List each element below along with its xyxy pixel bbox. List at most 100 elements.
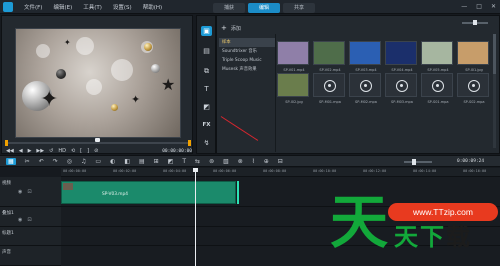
mark-out-button[interactable]: ] xyxy=(87,148,89,154)
timeline-tool-icon[interactable]: ▧ xyxy=(223,158,229,165)
mark-in-button[interactable]: [ xyxy=(80,148,82,154)
timeline-tool-icon[interactable]: ▭ xyxy=(95,158,101,165)
menu-tools[interactable]: 工具(T) xyxy=(83,3,102,11)
media-thumbnail[interactable]: SP-M03.mpa xyxy=(385,73,417,104)
timeline-tool-icon[interactable]: ⊕ xyxy=(264,158,269,165)
track-visible-icon[interactable]: ◉ xyxy=(18,217,22,223)
media-thumbnail[interactable]: SP-I01.jpg xyxy=(457,41,489,72)
timeline-tool-icon[interactable]: T xyxy=(182,158,186,165)
folder-item[interactable]: Triple Scoop Music xyxy=(219,56,275,65)
star-ornament-icon: ★ xyxy=(161,75,176,94)
timeline-zoom-knob[interactable] xyxy=(412,159,416,165)
ruler-tick-label: 00:00:04:00 xyxy=(163,169,187,173)
media-thumbnail[interactable]: SP-M02.mpa xyxy=(349,73,381,104)
timeline-tools: ▦ ✂ ↶ ↷ ◎ ♫ ▭ ◐ ◧ ▤ ⊞ ◩ T ⇆ ⊚ ▧ ⊗ ⌇ ⊕ ⊟ xyxy=(6,158,283,165)
add-icon[interactable]: + xyxy=(221,24,227,32)
timeline-tool-icon[interactable]: ⊟ xyxy=(278,158,283,165)
title-icon[interactable]: T xyxy=(201,84,212,94)
media-icon[interactable]: ▣ xyxy=(201,26,212,36)
thumbnail-label: SP-I02.jpg xyxy=(285,100,303,104)
trim-start-handle[interactable] xyxy=(5,140,8,146)
media-thumbnail[interactable]: SP-V01.mp4 xyxy=(277,41,309,72)
media-thumbnail[interactable]: SP-V05.mp4 xyxy=(421,41,453,72)
media-thumbnail[interactable]: SP-V02.mp4 xyxy=(313,41,345,72)
close-icon[interactable]: ✕ xyxy=(491,3,496,10)
tab-capture[interactable]: 捕获 xyxy=(213,3,245,13)
preview-screen[interactable]: ✦ ★ ✦ ✦ xyxy=(15,28,181,138)
timeline-tool-icon[interactable]: ⊗ xyxy=(238,158,243,165)
ruler-tick-label: 00:00:00:00 xyxy=(63,169,87,173)
thumbnail-label: SP-I01.jpg xyxy=(465,68,483,72)
track-label: 声音 xyxy=(2,250,11,255)
timeline-zoom-slider[interactable] xyxy=(404,161,432,163)
trim-end-handle[interactable] xyxy=(188,140,191,146)
media-thumbnail[interactable]: SP-V03.mp4 xyxy=(349,41,381,72)
media-thumbnail[interactable]: SP-V04.mp4 xyxy=(385,41,417,72)
tab-edit[interactable]: 编辑 xyxy=(248,3,280,13)
menu-edit[interactable]: 编辑(E) xyxy=(53,3,72,11)
timeline-tool-icon[interactable]: ⊚ xyxy=(209,158,214,165)
timeline-tool-icon[interactable]: ✂ xyxy=(25,158,30,165)
graphics-icon[interactable]: ◩ xyxy=(201,102,212,112)
video-clip[interactable]: SP-V03.mp4 xyxy=(61,181,236,204)
window-controls: — □ ✕ xyxy=(461,3,496,10)
timeline-tool-icon[interactable]: ◩ xyxy=(168,158,174,165)
scrub-head[interactable] xyxy=(95,138,100,142)
track-lock-icon[interactable]: ⊡ xyxy=(27,189,31,195)
play-icon[interactable]: ▶ xyxy=(28,148,32,154)
timeline-ruler[interactable]: 00:00:00:00 00:00:02:00 00:00:04:00 00:00:0… xyxy=(61,168,500,177)
timeline-tool-icon[interactable]: ◧ xyxy=(124,158,130,165)
timeline-tool-icon[interactable]: ⇆ xyxy=(195,158,200,165)
folder-item[interactable]: Soundtrixer 音乐 xyxy=(219,47,275,56)
ornament-ball xyxy=(111,104,118,111)
track-label: 标题1 xyxy=(2,231,14,236)
transition-icon[interactable]: ⧉ xyxy=(201,66,212,76)
menu-file[interactable]: 文件(F) xyxy=(24,3,42,11)
hd-toggle[interactable]: HD xyxy=(58,148,66,154)
timeline-tool-icon[interactable]: ↷ xyxy=(53,158,58,165)
clip-thumbnail xyxy=(63,183,73,190)
split-button[interactable]: ⊘ xyxy=(94,148,98,154)
minimize-icon[interactable]: — xyxy=(461,3,467,10)
track-controls: ◉ ⊡ xyxy=(18,189,32,195)
watermark-url: www.TTzip.com xyxy=(388,203,498,221)
thumbnail-size-knob[interactable] xyxy=(473,20,477,25)
repeat-icon[interactable]: ↺ xyxy=(49,148,53,154)
timeline-tool-icon[interactable]: ⌇ xyxy=(252,158,255,165)
clip-trim-handle[interactable] xyxy=(237,181,239,204)
preview-scrubber[interactable] xyxy=(6,142,190,144)
filter-fx-icon[interactable]: FX xyxy=(201,120,212,130)
volume-icon[interactable]: ⟲ xyxy=(71,148,75,154)
library-scrollbar[interactable] xyxy=(493,34,496,148)
add-folder-label[interactable]: 添加 xyxy=(231,25,241,32)
media-thumbnail[interactable]: SP-I02.jpg xyxy=(277,73,309,104)
media-thumbnail[interactable]: SP-S01.mpa xyxy=(421,73,453,104)
media-thumbnail[interactable]: SP-M01.mpa xyxy=(313,73,345,104)
bokeh-light xyxy=(111,59,133,81)
motion-path-icon[interactable]: ↯ xyxy=(201,138,212,148)
track-visible-icon[interactable]: ◉ xyxy=(18,189,22,195)
folder-item[interactable]: Musesk 声音效果 xyxy=(219,65,275,74)
timeline-tool-icon[interactable]: ▦ xyxy=(6,158,16,165)
tab-share[interactable]: 共享 xyxy=(283,3,315,13)
timeline-playhead[interactable] xyxy=(195,168,196,266)
audio-disc-icon xyxy=(360,80,372,92)
menu-settings[interactable]: 设置(S) xyxy=(113,3,132,11)
maximize-icon[interactable]: □ xyxy=(476,3,482,10)
playhead-handle[interactable] xyxy=(193,168,198,172)
track-lock-icon[interactable]: ⊡ xyxy=(27,217,31,223)
timeline-tool-icon[interactable]: ▤ xyxy=(139,158,145,165)
prev-frame-icon[interactable]: ◀ xyxy=(19,148,23,154)
folder-item[interactable]: 样本 xyxy=(219,38,275,47)
timeline-tool-icon[interactable]: ◐ xyxy=(110,158,115,165)
timeline-tool-icon[interactable]: ⊞ xyxy=(154,158,159,165)
menu-help[interactable]: 帮助(H) xyxy=(143,3,162,11)
rewind-icon[interactable]: ◀◀ xyxy=(6,148,14,154)
instant-project-icon[interactable]: ▤ xyxy=(201,46,212,56)
timeline-tool-icon[interactable]: ◎ xyxy=(67,158,72,165)
next-frame-icon[interactable]: ▶▶ xyxy=(36,148,44,154)
timeline-tool-icon[interactable]: ♫ xyxy=(81,158,86,165)
timeline-tool-icon[interactable]: ↶ xyxy=(39,158,44,165)
media-thumbnail[interactable]: SP-S02.mpa xyxy=(457,73,489,104)
ruler-tick-label: 00:00:02:00 xyxy=(113,169,137,173)
